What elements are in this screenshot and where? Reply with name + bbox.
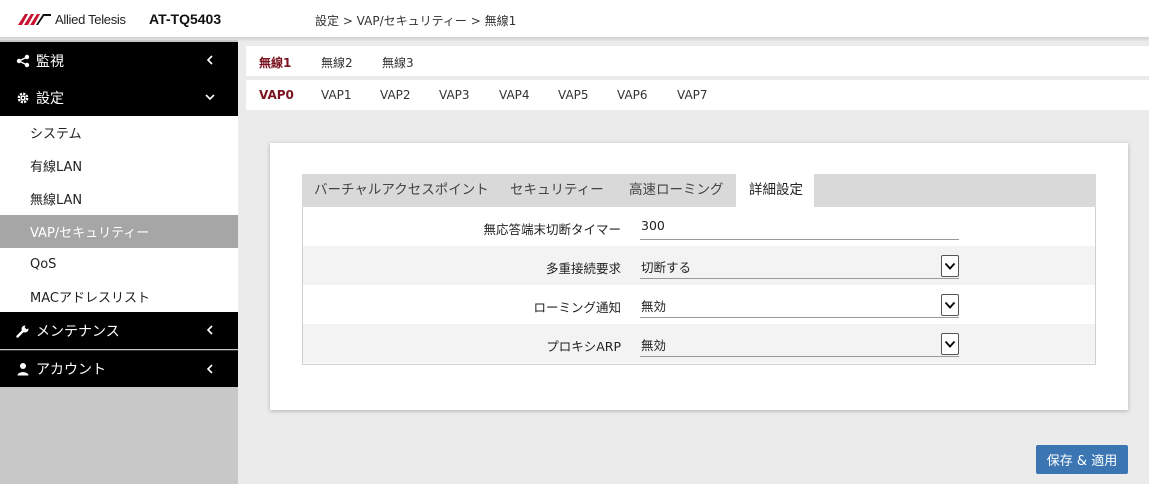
- field-value: 無効: [641, 338, 667, 353]
- sidebar-group-monitor[interactable]: 監視: [0, 42, 238, 79]
- sidebar-item-label: 有線LAN: [30, 160, 83, 175]
- sidebar-item-wireless-lan[interactable]: 無線LAN: [0, 182, 238, 215]
- breadcrumb: 設定 > VAP/セキュリティー > 無線1: [315, 14, 517, 28]
- tab-vap1[interactable]: VAP1: [321, 88, 352, 102]
- vap-tab-bar: VAP0 VAP1 VAP2 VAP3 VAP4 VAP5 VAP6 VAP7: [246, 80, 1149, 110]
- tab-vap4[interactable]: VAP4: [499, 88, 530, 102]
- sidebar-group-label: アカウント: [36, 362, 106, 378]
- chevron-down-icon[interactable]: [941, 333, 959, 355]
- sidebar-item-label: VAP/セキュリティー: [30, 226, 150, 241]
- sidebar-item-vap-security[interactable]: VAP/セキュリティー: [0, 215, 238, 248]
- proxy-arp-select[interactable]: 無効: [640, 332, 959, 357]
- field-value: 無効: [641, 299, 667, 314]
- sidebar-group-maintenance[interactable]: メンテナンス: [0, 312, 238, 349]
- sidebar-item-label: 無線LAN: [30, 193, 83, 208]
- tab-radio-2[interactable]: 無線2: [321, 54, 353, 71]
- idle-timeout-input[interactable]: 300: [640, 215, 959, 240]
- chevron-left-icon: [206, 364, 213, 374]
- tab-virtual-access-point[interactable]: バーチャルアクセスポイント: [314, 174, 489, 207]
- tab-vap2[interactable]: VAP2: [380, 88, 411, 102]
- save-apply-button[interactable]: 保存 & 適用: [1036, 445, 1128, 474]
- settings-panel: バーチャルアクセスポイント セキュリティー 高速ローミング 詳細設定 無応答端末…: [270, 143, 1128, 410]
- chevron-down-icon[interactable]: [941, 294, 959, 316]
- advanced-settings-form: 無応答端末切断タイマー 300 多重接続要求 切断する ローミング通知 無効 プ…: [302, 207, 1096, 365]
- field-label: 無応答端末切断タイマー: [483, 222, 621, 237]
- tab-radio-1[interactable]: 無線1: [259, 54, 291, 71]
- field-label: プロキシARP: [546, 339, 621, 354]
- brand-name: Allied Telesis: [55, 11, 126, 27]
- field-value: 300: [641, 218, 665, 233]
- sidebar-group-label: 監視: [36, 53, 64, 70]
- gear-icon: [16, 91, 30, 105]
- form-row-multiple-connection: 多重接続要求 切断する: [303, 246, 1095, 285]
- form-row-roaming-notification: ローミング通知 無効: [303, 285, 1095, 324]
- sidebar-item-mac-address-list[interactable]: MACアドレスリスト: [0, 281, 238, 312]
- device-model: AT-TQ5403: [149, 11, 222, 27]
- sidebar-group-settings[interactable]: 設定: [0, 79, 238, 116]
- sidebar-item-qos[interactable]: QoS: [0, 248, 238, 281]
- tab-vap7[interactable]: VAP7: [677, 88, 708, 102]
- sidebar-item-wired-lan[interactable]: 有線LAN: [0, 149, 238, 182]
- chevron-left-icon: [206, 325, 213, 335]
- multiple-connection-select[interactable]: 切断する: [640, 254, 959, 279]
- sidebar-group-label: 設定: [36, 90, 64, 107]
- tab-security[interactable]: セキュリティー: [510, 174, 604, 207]
- tab-vap6[interactable]: VAP6: [617, 88, 648, 102]
- chevron-down-icon[interactable]: [941, 255, 959, 277]
- top-header: Allied Telesis AT-TQ5403 設定 > VAP/セキュリティ…: [0, 0, 1149, 38]
- sidebar-item-label: MACアドレスリスト: [30, 291, 150, 306]
- sidebar-item-system[interactable]: システム: [0, 116, 238, 149]
- tab-fast-roaming[interactable]: 高速ローミング: [629, 174, 724, 207]
- sidebar-group-label: メンテナンス: [36, 323, 120, 340]
- tab-vap5[interactable]: VAP5: [558, 88, 589, 102]
- sidebar-group-account[interactable]: アカウント: [0, 350, 238, 387]
- brand-logo: Allied Telesis: [18, 11, 126, 27]
- field-label: ローミング通知: [533, 300, 621, 315]
- share-icon: [16, 54, 30, 68]
- sidebar-item-label: QoS: [30, 257, 57, 272]
- sidebar-item-label: システム: [30, 127, 82, 142]
- tab-vap0[interactable]: VAP0: [259, 88, 294, 102]
- tab-vap3[interactable]: VAP3: [439, 88, 470, 102]
- tab-advanced-settings[interactable]: 詳細設定: [736, 174, 814, 207]
- user-icon: [16, 362, 30, 376]
- chevron-down-icon: [205, 94, 215, 101]
- sub-tab-bar: バーチャルアクセスポイント セキュリティー 高速ローミング 詳細設定: [302, 174, 1096, 207]
- form-row-idle-timeout: 無応答端末切断タイマー 300: [303, 207, 1095, 246]
- sidebar: 監視 設定 システム 有線LAN 無線LAN VAP/セキュリティー QoS M…: [0, 40, 238, 484]
- wrench-icon: [16, 324, 30, 338]
- form-row-proxy-arp: プロキシARP 無効: [303, 324, 1095, 363]
- radio-tab-bar: 無線1 無線2 無線3: [246, 46, 1149, 76]
- roaming-notification-select[interactable]: 無効: [640, 293, 959, 318]
- chevron-left-icon: [206, 55, 213, 65]
- allied-telesis-logo-icon: [18, 14, 51, 25]
- field-label: 多重接続要求: [545, 261, 621, 276]
- tab-radio-3[interactable]: 無線3: [382, 54, 414, 71]
- field-value: 切断する: [641, 260, 692, 275]
